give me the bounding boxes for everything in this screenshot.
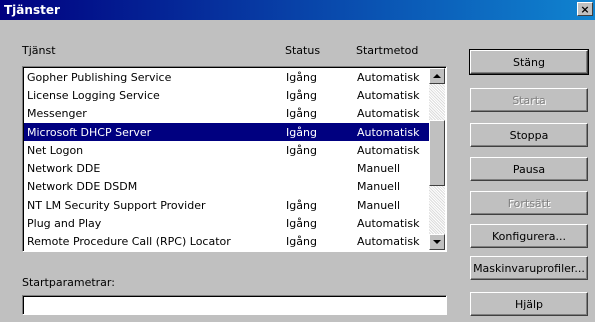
service-status-cell: Igång xyxy=(286,88,317,102)
close-icon[interactable]: × xyxy=(577,2,593,16)
service-name-cell: Network DDE xyxy=(27,162,101,176)
start-parameters-input[interactable] xyxy=(22,295,447,315)
service-startup-cell: Automatisk xyxy=(357,107,420,121)
table-row[interactable]: Messenger Igång Automatisk xyxy=(24,105,431,123)
configure-button[interactable]: Konfigurera... xyxy=(470,224,588,248)
table-row[interactable]: Remote Procedure Call (RPC) Locator Igång… xyxy=(24,233,431,251)
service-name-cell: Gopher Publishing Service xyxy=(27,70,172,84)
service-startup-cell: Automatisk xyxy=(357,235,420,249)
service-status-cell: Igång xyxy=(286,235,317,249)
service-startup-cell: Automatisk xyxy=(357,143,420,157)
service-status-cell: Igång xyxy=(286,107,317,121)
start-button[interactable]: Starta xyxy=(470,88,588,112)
services-dialog: Tjänster × Tjänst Status Startmetod Goph… xyxy=(0,0,595,322)
service-startup-cell: Manuell xyxy=(357,162,401,176)
table-row[interactable]: Gopher Publishing Service Igång Automatisk xyxy=(24,68,431,86)
title-bar[interactable]: Tjänster × xyxy=(0,0,595,20)
service-name-cell: Messenger xyxy=(27,107,87,121)
column-header-startup: Startmetod xyxy=(356,44,419,57)
triangle-down-icon xyxy=(433,240,441,244)
help-button[interactable]: Hjälp xyxy=(470,292,588,316)
service-status-cell: Igång xyxy=(286,125,317,139)
service-startup-cell: Automatisk xyxy=(357,70,420,84)
service-startup-cell: Automatisk xyxy=(357,217,420,231)
close-button[interactable]: Stäng xyxy=(469,49,589,75)
services-list[interactable]: Gopher Publishing Service Igång Automatisk… xyxy=(22,66,447,252)
service-name-cell: Plug and Play xyxy=(27,217,102,231)
table-row[interactable]: License Logging Service Igång Automatisk xyxy=(24,86,431,104)
continue-button[interactable]: Fortsätt xyxy=(470,191,588,215)
service-name-cell: Network DDE DSDM xyxy=(27,180,138,194)
pause-button[interactable]: Pausa xyxy=(470,157,588,181)
scroll-up-button[interactable] xyxy=(429,68,445,84)
service-name-cell: Net Logon xyxy=(27,143,84,157)
service-name-cell: License Logging Service xyxy=(27,88,160,102)
services-rows: Gopher Publishing Service Igång Automatisk… xyxy=(24,68,431,251)
window-title: Tjänster xyxy=(4,3,60,17)
service-status-cell: Igång xyxy=(286,198,317,212)
service-startup-cell: Automatisk xyxy=(357,125,420,139)
table-row[interactable]: Plug and Play Igång Automatisk xyxy=(24,214,431,232)
start-parameters-label: Startparametrar: xyxy=(22,276,115,289)
vertical-scrollbar[interactable] xyxy=(429,68,445,250)
service-status-cell: Igång xyxy=(286,143,317,157)
service-startup-cell: Manuell xyxy=(357,198,401,212)
service-status-cell: Igång xyxy=(286,70,317,84)
triangle-up-icon xyxy=(433,74,441,78)
service-name-cell: Microsoft DHCP Server xyxy=(27,125,152,139)
service-startup-cell: Automatisk xyxy=(357,88,420,102)
scroll-thumb[interactable] xyxy=(429,120,445,186)
stop-button[interactable]: Stoppa xyxy=(470,123,588,147)
table-row[interactable]: Microsoft DHCP Server Igång Automatisk xyxy=(24,122,431,142)
table-row[interactable]: Net Logon Igång Automatisk xyxy=(24,141,431,159)
column-header-status: Status xyxy=(285,44,321,57)
column-header-service: Tjänst xyxy=(22,44,56,57)
table-row[interactable]: NT LM Security Support Provider Igång Manu… xyxy=(24,196,431,214)
table-row[interactable]: Network DDE Manuell xyxy=(24,159,431,177)
scroll-down-button[interactable] xyxy=(429,234,445,250)
table-row[interactable]: Network DDE DSDM Manuell xyxy=(24,178,431,196)
service-startup-cell: Manuell xyxy=(357,180,401,194)
hardware-profiles-button[interactable]: Maskinvaruprofiler... xyxy=(470,256,588,280)
service-status-cell: Igång xyxy=(286,217,317,231)
service-name-cell: NT LM Security Support Provider xyxy=(27,198,206,212)
service-name-cell: Remote Procedure Call (RPC) Locator xyxy=(27,235,231,249)
